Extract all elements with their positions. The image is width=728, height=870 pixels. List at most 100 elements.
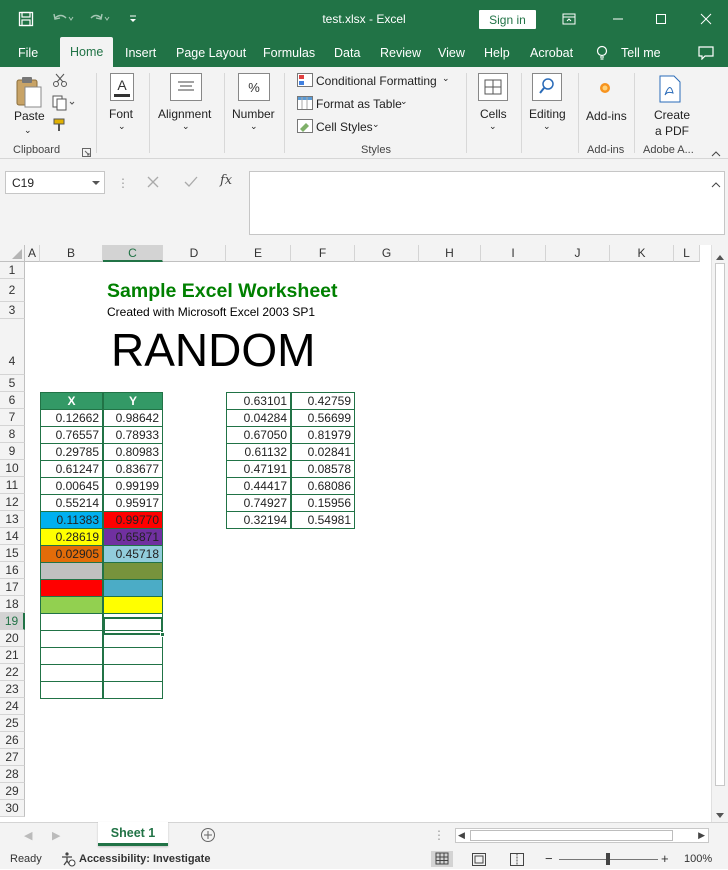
expand-formula-bar-icon[interactable] — [711, 178, 721, 192]
table1-cell[interactable]: 0.55214 — [40, 494, 103, 512]
table1-cell[interactable]: 0.29785 — [40, 443, 103, 461]
column-header-h[interactable]: H — [419, 245, 481, 262]
row-header-12[interactable]: 12 — [0, 494, 25, 511]
table2-cell[interactable]: 0.42759 — [291, 392, 355, 410]
conditional-formatting-button[interactable]: Conditional Formatting — [316, 74, 437, 88]
row-header-14[interactable]: 14 — [0, 528, 25, 545]
tell-me-search[interactable]: Tell me — [621, 38, 661, 67]
number-dropdown-icon[interactable]: ⌄ — [250, 121, 258, 132]
table1-cell[interactable]: 0.76557 — [40, 426, 103, 444]
alignment-button[interactable]: Alignment — [158, 107, 211, 121]
column-header-e[interactable]: E — [226, 245, 291, 262]
table1-cell[interactable]: 0.99770 — [103, 511, 163, 529]
table2-cell[interactable]: 0.04284 — [226, 409, 291, 427]
number-button[interactable]: Number — [232, 107, 275, 121]
row-header-30[interactable]: 30 — [0, 800, 25, 817]
horizontal-scrollbar[interactable]: ◀ ▶ — [455, 828, 709, 843]
format-painter-icon[interactable] — [52, 117, 68, 136]
table1-cell[interactable]: 0.45718 — [103, 545, 163, 563]
column-header-l[interactable]: L — [674, 245, 700, 262]
close-icon[interactable] — [694, 0, 718, 38]
create-pdf-icon[interactable] — [659, 75, 681, 106]
cell-styles-dropdown-icon[interactable]: ⌄ — [372, 119, 380, 130]
accessibility-status[interactable]: Accessibility: Investigate — [79, 853, 210, 865]
maximize-icon[interactable] — [649, 0, 673, 38]
table1-cell[interactable] — [103, 647, 163, 665]
table1-cell[interactable]: 0.28619 — [40, 528, 103, 546]
table1-cell[interactable]: 0.65871 — [103, 528, 163, 546]
tab-view[interactable]: View — [438, 38, 465, 67]
row-header-8[interactable]: 8 — [0, 426, 25, 443]
conditional-formatting-dropdown-icon[interactable]: ⌄ — [442, 73, 450, 84]
new-sheet-icon[interactable] — [200, 827, 216, 846]
table1-cell[interactable]: 0.61247 — [40, 460, 103, 478]
sign-in-button[interactable]: Sign in — [479, 10, 536, 29]
confirm-entry-icon[interactable] — [184, 176, 198, 191]
table2-cell[interactable]: 0.61132 — [226, 443, 291, 461]
column-header-b[interactable]: B — [40, 245, 103, 262]
next-sheet-icon[interactable]: ▶ — [52, 829, 60, 842]
tab-formulas[interactable]: Formulas — [263, 38, 315, 67]
font-button[interactable]: Font — [109, 107, 133, 121]
row-header-27[interactable]: 27 — [0, 749, 25, 766]
cut-icon[interactable] — [52, 72, 68, 91]
row-header-9[interactable]: 9 — [0, 443, 25, 460]
table1-cell[interactable]: 0.80983 — [103, 443, 163, 461]
copy-icon[interactable] — [52, 95, 76, 114]
tab-home[interactable]: Home — [60, 37, 114, 67]
row-header-23[interactable]: 23 — [0, 681, 25, 698]
minimize-icon[interactable] — [606, 0, 630, 38]
cells-button[interactable]: Cells — [480, 107, 507, 121]
table1-header-y[interactable]: Y — [103, 392, 163, 410]
row-header-18[interactable]: 18 — [0, 596, 25, 613]
table1-cell[interactable]: 0.83677 — [103, 460, 163, 478]
ribbon-display-icon[interactable] — [557, 0, 581, 38]
row-header-24[interactable]: 24 — [0, 698, 25, 715]
formula-input[interactable] — [249, 171, 725, 235]
table1-cell[interactable]: 0.12662 — [40, 409, 103, 427]
scroll-up-icon[interactable] — [715, 250, 725, 264]
row-header-15[interactable]: 15 — [0, 545, 25, 562]
row-header-3[interactable]: 3 — [0, 302, 25, 319]
worksheet-grid[interactable]: ABCDEFGHIJKL 1 2 3 4 5 6 7 8 9 10 11 12 13 14 15 16 17 18… — [0, 245, 728, 822]
table2-cell[interactable]: 0.15956 — [291, 494, 355, 512]
zoom-out-icon[interactable]: − — [545, 851, 553, 866]
row-header-5[interactable]: 5 — [0, 375, 25, 392]
table1-cell[interactable] — [40, 579, 103, 597]
table1-cell[interactable] — [40, 562, 103, 580]
cells-icon[interactable] — [478, 73, 508, 104]
table1-cell[interactable] — [40, 681, 103, 699]
vertical-scrollbar[interactable] — [711, 245, 728, 822]
row-header-22[interactable]: 22 — [0, 664, 25, 681]
horizontal-scroll-thumb[interactable] — [470, 830, 673, 841]
table1-cell[interactable]: 0.99199 — [103, 477, 163, 495]
row-header-26[interactable]: 26 — [0, 732, 25, 749]
tab-review[interactable]: Review — [380, 38, 421, 67]
scroll-down-icon[interactable] — [715, 809, 725, 822]
tab-split-grip-icon[interactable]: ⋮ — [433, 828, 445, 842]
row-header-1[interactable]: 1 — [0, 262, 25, 279]
vertical-scroll-thumb[interactable] — [715, 263, 725, 786]
table2-cell[interactable]: 0.63101 — [226, 392, 291, 410]
editing-button[interactable]: Editing — [529, 107, 566, 121]
number-format-icon[interactable]: % — [238, 73, 270, 104]
format-as-table-dropdown-icon[interactable]: ⌄ — [400, 96, 408, 107]
table2-cell[interactable]: 0.81979 — [291, 426, 355, 444]
font-dropdown-icon[interactable]: ⌄ — [118, 121, 126, 132]
tab-insert[interactable]: Insert — [125, 38, 156, 67]
tab-acrobat[interactable]: Acrobat — [530, 38, 573, 67]
alignment-dropdown-icon[interactable]: ⌄ — [182, 121, 190, 132]
table2-cell[interactable]: 0.74927 — [226, 494, 291, 512]
row-header-21[interactable]: 21 — [0, 647, 25, 664]
table1-cell[interactable] — [103, 596, 163, 614]
zoom-in-icon[interactable]: + — [661, 851, 669, 866]
table1-cell[interactable]: 0.00645 — [40, 477, 103, 495]
scroll-right-icon[interactable]: ▶ — [698, 830, 705, 841]
tab-page-layout[interactable]: Page Layout — [176, 38, 246, 67]
column-header-c[interactable]: C — [103, 245, 163, 262]
table1-cell[interactable]: 0.95917 — [103, 494, 163, 512]
editing-icon[interactable] — [532, 73, 562, 104]
table1-cell[interactable] — [40, 613, 103, 631]
cells-dropdown-icon[interactable]: ⌄ — [489, 121, 497, 132]
name-box-dropdown-icon[interactable] — [91, 176, 101, 190]
